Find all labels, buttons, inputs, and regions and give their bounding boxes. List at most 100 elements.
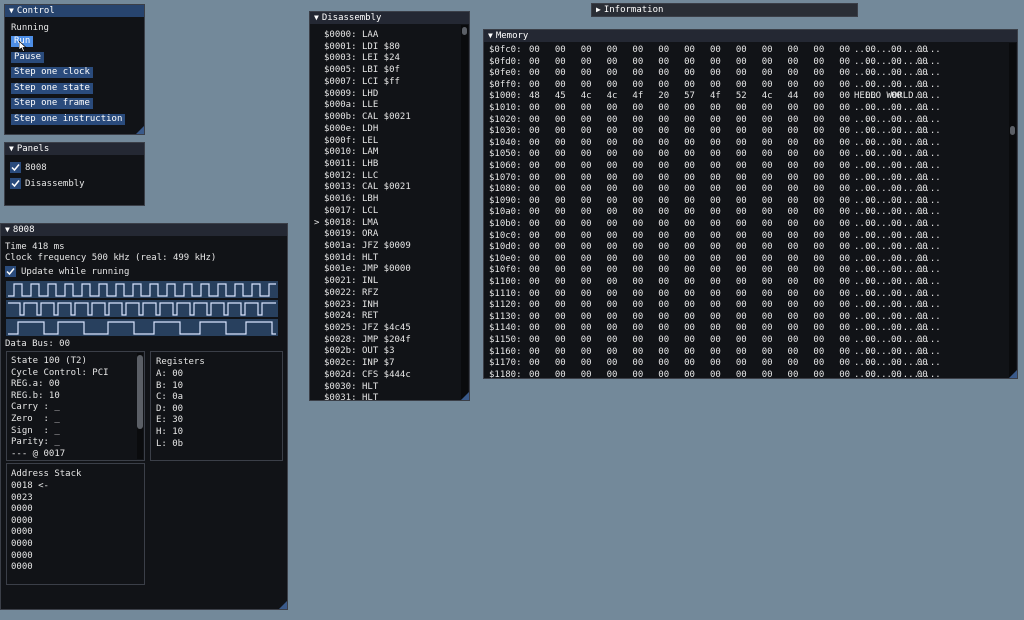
state-lines: State 100 (T2) Cycle Control: PCI REG.a: 0… xyxy=(11,356,109,460)
memory-address: $1140: xyxy=(489,323,522,334)
memory-ascii[interactable]: ................ xyxy=(854,149,941,159)
memory-row: $1100: 00 00 00 00 00 00 00 00 00 00 00 0… xyxy=(484,277,1004,288)
memory-ascii[interactable]: ................ xyxy=(854,358,941,368)
memory-ascii[interactable]: ................ xyxy=(854,312,941,322)
memory-ascii[interactable]: ................ xyxy=(854,219,941,229)
memory-scrollbar[interactable] xyxy=(1009,43,1016,377)
memory-row: $10f0: 00 00 00 00 00 00 00 00 00 00 00 0… xyxy=(484,265,1004,276)
triangle-down-icon[interactable]: ▼ xyxy=(9,5,14,17)
triangle-right-icon[interactable]: ▶ xyxy=(596,4,601,16)
resize-grip[interactable] xyxy=(461,392,469,400)
memory-ascii[interactable]: ................ xyxy=(854,347,941,357)
memory-row: $1090: 00 00 00 00 00 00 00 00 00 00 00 0… xyxy=(484,196,1004,207)
resize-grip[interactable] xyxy=(279,601,287,609)
sync-waveform xyxy=(6,319,278,336)
control-titlebar[interactable]: ▼ Control xyxy=(5,5,144,17)
cpu-titlebar[interactable]: ▼ 8008 xyxy=(1,224,287,236)
stack-line: 0000 xyxy=(11,562,33,573)
resize-grip[interactable] xyxy=(136,126,144,134)
disassembly-address: $0009: xyxy=(324,88,357,99)
memory-ascii[interactable]: ................ xyxy=(854,289,941,299)
pause-button[interactable]: Pause xyxy=(11,52,45,63)
stack-line: 0000 xyxy=(11,504,33,515)
state-line: REG.b: 10 xyxy=(11,390,60,401)
memory-row: $10b0: 00 00 00 00 00 00 00 00 00 00 00 0… xyxy=(484,219,1004,230)
disassembly-address: $0024: xyxy=(324,311,357,322)
state-scrollbar[interactable] xyxy=(137,353,143,459)
register-lines: A: 00 B: 10 C: 0a D: 00 E: 30 H: 10 L: 0b xyxy=(156,369,183,450)
memory-ascii[interactable]: ................ xyxy=(854,184,941,194)
memory-address: $1020: xyxy=(489,114,522,125)
step-clock-button[interactable]: Step one clock xyxy=(11,67,93,78)
disassembly-address: $001d: xyxy=(324,252,357,263)
state-scrollbar-thumb[interactable] xyxy=(137,355,143,429)
memory-ascii[interactable]: ................ xyxy=(854,68,941,78)
disassembly-address: $0003: xyxy=(324,53,357,64)
memory-address: $1000: xyxy=(489,91,522,102)
memory-ascii[interactable]: ................ xyxy=(854,115,941,125)
memory-ascii[interactable]: ................ xyxy=(854,323,941,333)
memory-ascii[interactable]: ................ xyxy=(854,138,941,148)
disassembly-address: $000f: xyxy=(324,135,357,146)
disassembly-scrollbar-thumb[interactable] xyxy=(462,27,467,35)
disassembly-scrollbar[interactable] xyxy=(461,25,468,399)
memory-ascii[interactable]: ................ xyxy=(854,196,941,206)
stack-line: 0023 xyxy=(11,492,33,503)
disassembly-instruction: JMP $204f xyxy=(362,334,411,345)
memory-ascii[interactable]: ................ xyxy=(854,126,941,136)
memory-scrollbar-thumb[interactable] xyxy=(1010,126,1015,135)
memory-ascii[interactable]: ................ xyxy=(854,277,941,287)
memory-address: $1050: xyxy=(489,149,522,160)
memory-ascii[interactable]: ................ xyxy=(854,80,941,90)
memory-ascii[interactable]: ................ xyxy=(854,254,941,264)
memory-ascii[interactable]: ................ xyxy=(854,231,941,241)
step-frame-button[interactable]: Step one frame xyxy=(11,98,93,109)
memory-ascii[interactable]: ................ xyxy=(854,45,941,55)
memory-ascii[interactable]: ................ xyxy=(854,57,941,67)
memory-ascii[interactable]: ................ xyxy=(854,370,941,378)
memory-ascii[interactable]: ................ xyxy=(854,207,941,217)
triangle-down-icon[interactable]: ▼ xyxy=(488,30,493,42)
panel-disassembly-checkbox[interactable] xyxy=(10,178,21,189)
disassembly-instruction: ORA xyxy=(362,229,379,240)
disassembly-address: $002d: xyxy=(324,369,357,380)
update-while-running-checkbox[interactable] xyxy=(5,266,16,277)
memory-ascii[interactable]: ................ xyxy=(854,242,941,252)
disassembly-titlebar[interactable]: ▼ Disassembly xyxy=(310,12,469,24)
memory-row: $1110: 00 00 00 00 00 00 00 00 00 00 00 0… xyxy=(484,289,1004,300)
triangle-down-icon[interactable]: ▼ xyxy=(9,143,14,155)
triangle-down-icon[interactable]: ▼ xyxy=(314,12,319,24)
memory-ascii[interactable]: ................ xyxy=(854,335,941,345)
register-line: B: 10 xyxy=(156,380,184,391)
memory-address: $10c0: xyxy=(489,230,522,241)
resize-grip[interactable] xyxy=(1009,370,1017,378)
memory-ascii[interactable]: HELLO WORLD..... xyxy=(854,91,941,101)
memory-row: $1010: 00 00 00 00 00 00 00 00 00 00 00 0… xyxy=(484,103,1004,114)
registers-box: Registers A: 00 B: 10 C: 0a D: 00 E: 30 H: 10… xyxy=(150,351,283,461)
step-state-button[interactable]: Step one state xyxy=(11,83,93,94)
disassembly-address: $0005: xyxy=(324,65,357,76)
control-title: Control xyxy=(16,6,55,16)
disassembly-instruction: INH xyxy=(362,299,379,310)
memory-ascii[interactable]: ................ xyxy=(854,265,941,275)
panels-titlebar[interactable]: ▼ Panels xyxy=(5,143,144,155)
memory-ascii[interactable]: ................ xyxy=(854,161,941,171)
memory-titlebar[interactable]: ▼ Memory xyxy=(484,30,1017,42)
information-title: Information xyxy=(603,5,664,15)
memory-address: $1130: xyxy=(489,311,522,322)
disassembly-address: $0001: xyxy=(324,41,357,52)
memory-ascii[interactable]: ................ xyxy=(854,173,941,183)
step-instruction-button[interactable]: Step one instruction xyxy=(11,114,126,125)
memory-ascii[interactable]: ................ xyxy=(854,300,941,310)
triangle-down-icon[interactable]: ▼ xyxy=(5,224,10,236)
address-stack-title: Address Stack xyxy=(11,469,82,479)
memory-address: $1110: xyxy=(489,288,522,299)
disassembly-window: ▼ Disassembly $0000: LAA $0001: LDI $80 $0003… xyxy=(309,11,470,401)
memory-address: $1070: xyxy=(489,172,522,183)
memory-title: Memory xyxy=(495,31,529,41)
information-titlebar[interactable]: ▶ Information xyxy=(592,4,857,16)
panel-8008-checkbox[interactable] xyxy=(10,162,21,173)
disassembly-address: $000a: xyxy=(324,100,357,111)
memory-ascii[interactable]: ................ xyxy=(854,103,941,113)
memory-window: ▼ Memory $0fc0: 00 00 00 00 00 00 00 00 00… xyxy=(483,29,1018,379)
